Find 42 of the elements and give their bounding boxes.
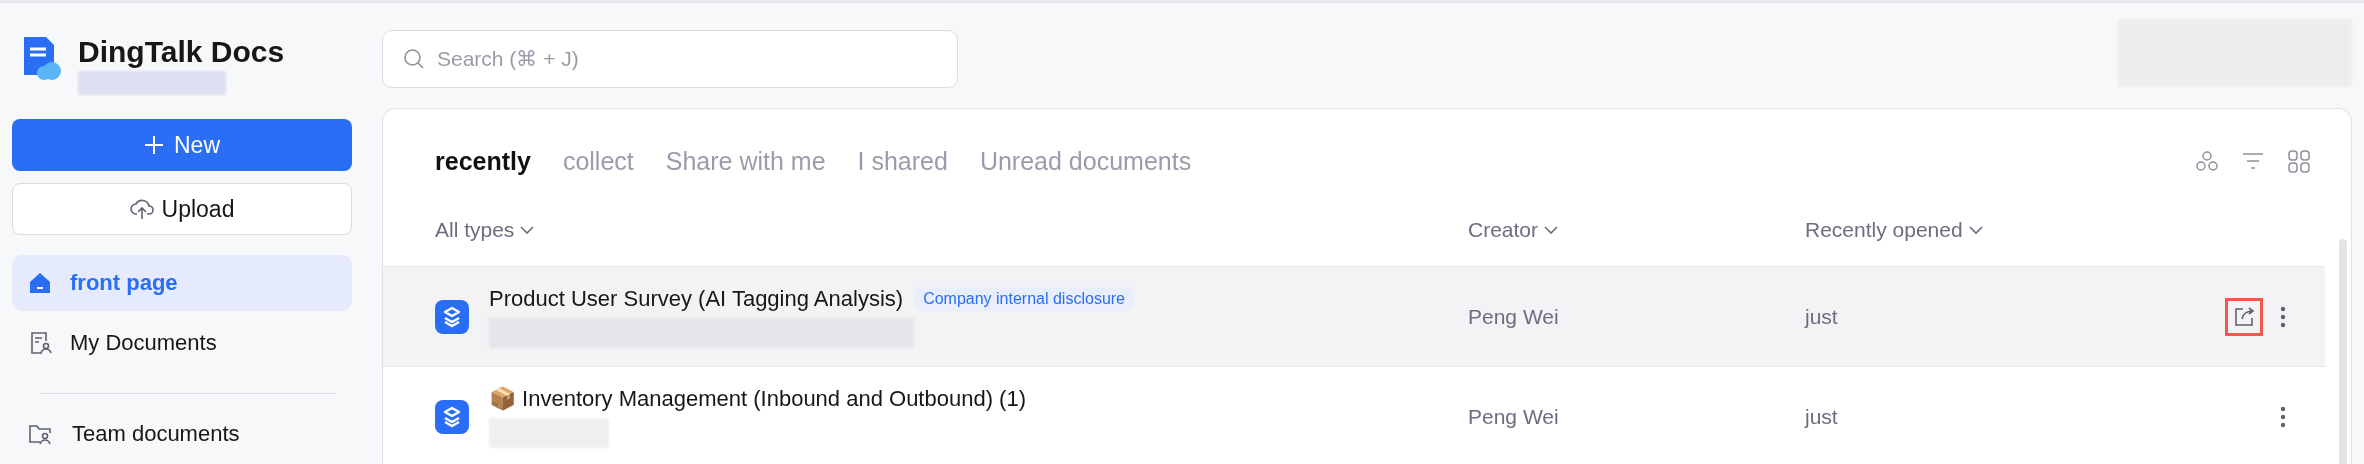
cloud-upload-icon <box>129 198 154 220</box>
tab[interactable]: Share with me <box>665 146 826 176</box>
visibility-tag: Company internal disclosure <box>915 286 1133 311</box>
search-icon <box>403 48 425 70</box>
tab[interactable]: Unread documents <box>979 146 1192 176</box>
nav-item[interactable]: front page <box>12 255 352 311</box>
column-header[interactable]: All types <box>435 217 1468 242</box>
search-placeholder: Search (⌘ + J) <box>437 47 579 71</box>
grid-view-icon[interactable] <box>2287 149 2311 173</box>
folder-people-icon <box>28 422 54 446</box>
share-icon <box>2233 305 2255 328</box>
chevron-icon <box>1968 224 1983 235</box>
more-icon <box>2280 405 2286 428</box>
document-app-icon <box>435 299 469 334</box>
upload-button[interactable]: Upload <box>12 183 352 235</box>
creator-cell-text: Peng Wei <box>1468 404 1560 429</box>
scrollbar[interactable] <box>2339 239 2347 464</box>
document-row[interactable]: Product User Survey (AI Tagging Analysis) Company internal disclosure Peng Wei just <box>383 267 2325 367</box>
nav-item[interactable]: My Documents <box>12 315 352 371</box>
column-header[interactable]: Recently opened <box>1805 217 2175 242</box>
document-app-icon <box>435 399 469 434</box>
creator-cell-text: Peng Wei <box>1468 304 1560 329</box>
app-title: DingTalk Docs <box>78 35 285 69</box>
tab[interactable]: I shared <box>857 146 948 176</box>
share-button[interactable] <box>2225 297 2263 336</box>
chevron-icon <box>520 224 535 235</box>
search-field[interactable]: Search (⌘ + J) <box>382 30 958 88</box>
document-person-icon <box>28 331 52 355</box>
document-title: Product User Survey (AI Tagging Analysis) <box>489 285 904 312</box>
new-button[interactable]: New <box>12 119 352 171</box>
opened-time-cell-text: just <box>1805 404 1839 429</box>
document-title: 📦 Inventory Management (Inbound and Outbound) (1) <box>489 385 1026 412</box>
nav-item[interactable]: Team documents <box>12 406 352 462</box>
tab[interactable]: recently <box>435 146 531 176</box>
opened-time-cell-text: just <box>1805 304 1839 329</box>
more-icon <box>2280 305 2286 328</box>
tab[interactable]: collect <box>562 146 634 176</box>
circles-icon[interactable] <box>2195 149 2219 173</box>
chevron-icon <box>1544 224 1559 235</box>
plus-icon <box>144 135 164 155</box>
column-header[interactable]: Creator <box>1468 217 1805 242</box>
home-icon <box>28 271 52 295</box>
